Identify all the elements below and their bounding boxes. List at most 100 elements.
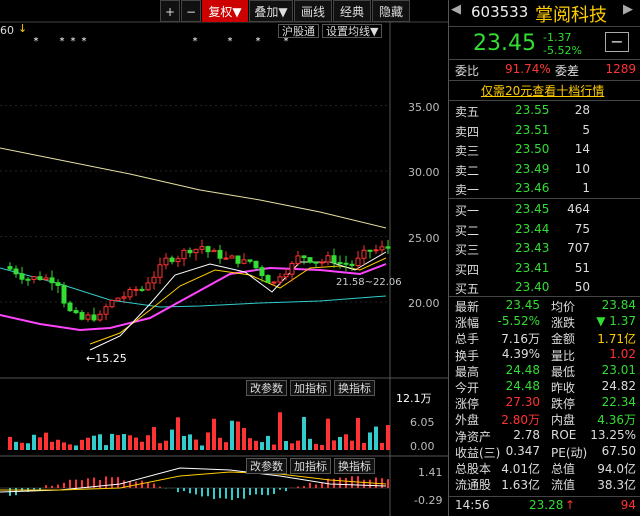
candle-body — [109, 299, 115, 308]
ask-level-label: 卖四 — [455, 124, 480, 139]
weibi-value: 91.74% — [505, 62, 551, 76]
stock-code: 603533 — [471, 3, 529, 21]
up-arrow-icon: ↑ — [565, 498, 576, 512]
candle-body — [241, 259, 247, 264]
bid-price: 23.40 — [515, 280, 550, 294]
ask-row: 卖四 23.51 5 — [453, 123, 636, 140]
candle-body — [37, 276, 43, 281]
vol-switch-indicator-button[interactable]: 换指标 — [334, 380, 375, 396]
zoom-in-button[interactable]: + — [160, 0, 180, 22]
ask-volume: 14 — [574, 142, 590, 156]
vol-edit-params-button[interactable]: 改参数 — [246, 380, 287, 396]
candle-body — [55, 282, 61, 286]
candle-body — [295, 255, 301, 265]
volume-axis-mid: 6.05 — [410, 416, 435, 429]
stats-row: 今开 24.48 昨收 24.82 — [453, 379, 636, 396]
volume-bar — [8, 436, 12, 450]
moving-average-lines — [0, 147, 387, 351]
stats-row: 流通股 1.63亿 流值 38.3亿 — [453, 476, 636, 493]
stat-label: 最低 — [551, 364, 576, 379]
vol-add-indicator-button[interactable]: 加指标 — [290, 380, 331, 396]
volume-bar — [236, 421, 240, 450]
volume-bar — [32, 434, 36, 450]
macd-switch-indicator-button[interactable]: 换指标 — [334, 458, 375, 474]
candle-body — [301, 255, 307, 259]
stat-label: 涨跌 — [551, 316, 576, 331]
volume-bar — [56, 439, 60, 450]
volume-bar — [308, 438, 312, 450]
stat-value: 4.01亿 — [501, 462, 540, 476]
bid-volume: 50 — [574, 280, 590, 294]
set-ma-button[interactable]: 设置均线▼ — [322, 24, 383, 38]
event-marker-icon: * — [82, 36, 87, 47]
candle-body — [25, 278, 31, 281]
classic-button[interactable]: 经典 — [333, 0, 371, 22]
stat-label: 总股本 — [455, 462, 492, 476]
stat-value: 27.30 — [505, 395, 540, 410]
kline-chart-area[interactable]: * * * * * * * * — [0, 0, 448, 516]
collapse-icon[interactable]: − — [605, 32, 629, 52]
candlesticks — [7, 239, 391, 322]
volume-bar — [134, 437, 138, 450]
candle-body — [163, 257, 169, 266]
bid-price: 23.41 — [515, 260, 550, 275]
volume-bar — [152, 427, 156, 450]
stat-label: 跌停 — [551, 397, 576, 412]
volume-bar — [254, 440, 258, 450]
macd-edit-params-button[interactable]: 改参数 — [246, 458, 287, 474]
volume-bar — [272, 444, 276, 450]
volume-bar — [74, 445, 78, 450]
volume-bar — [122, 434, 126, 450]
back-arrow-icon[interactable]: ◀ — [451, 2, 461, 17]
ask-price: 23.49 — [515, 161, 550, 176]
candle-body — [127, 288, 133, 298]
volume-bar — [146, 435, 150, 450]
zoom-out-button[interactable]: − — [181, 0, 201, 22]
volume-bar — [224, 442, 228, 450]
hide-button[interactable]: 隐藏 — [372, 0, 410, 22]
candle-body — [247, 259, 253, 262]
candle-body — [13, 268, 19, 275]
event-marker-icon: * — [193, 36, 198, 47]
candle-body — [289, 263, 295, 275]
candle-body — [205, 246, 211, 253]
volume-bar — [296, 440, 300, 450]
period-number: 60 — [0, 24, 14, 37]
chevron-down-icon: ▼ — [232, 5, 242, 19]
stat-label: 量比 — [551, 348, 576, 363]
volume-bar — [182, 435, 186, 450]
volume-bar — [140, 441, 144, 450]
stat-value: 13.25% — [590, 427, 636, 442]
candle-body — [103, 306, 109, 315]
candle-body — [121, 296, 127, 299]
candle-body — [265, 275, 271, 283]
candle-body — [235, 255, 241, 264]
volume-bar — [320, 444, 324, 450]
volume-bar — [116, 435, 120, 450]
macd-add-indicator-button[interactable]: 加指标 — [290, 458, 331, 474]
volume-bar — [20, 442, 24, 450]
candle-body — [283, 273, 289, 278]
stat-value: ▼ 1.37 — [596, 314, 636, 329]
stat-value: 24.48 — [505, 362, 540, 377]
volume-bar — [80, 439, 84, 450]
volume-bar — [338, 436, 342, 450]
volume-bar — [86, 437, 90, 450]
volume-bar — [362, 442, 366, 450]
candle-body — [343, 262, 349, 265]
candle-body — [211, 249, 217, 253]
level2-promo-link[interactable]: 仅需20元查看十档行情 — [481, 82, 604, 99]
draw-line-button[interactable]: 画线 — [294, 0, 332, 22]
candle-body — [97, 313, 103, 321]
candle-body — [43, 277, 49, 281]
overlay-dropdown[interactable]: 叠加▼ — [249, 0, 293, 22]
ask-level-label: 卖三 — [455, 144, 480, 158]
price-change: -1.37 — [543, 31, 572, 44]
fuquan-dropdown[interactable]: 复权▼ — [202, 0, 248, 22]
forward-arrow-icon[interactable]: ▶ — [623, 2, 633, 17]
stat-label: ROE — [551, 427, 577, 442]
bid-price: 23.44 — [515, 221, 550, 236]
hgt-button[interactable]: 沪股通 — [278, 24, 319, 38]
stat-value: 0.347 — [505, 443, 540, 458]
price-tick-label: 20.00 — [408, 297, 440, 310]
